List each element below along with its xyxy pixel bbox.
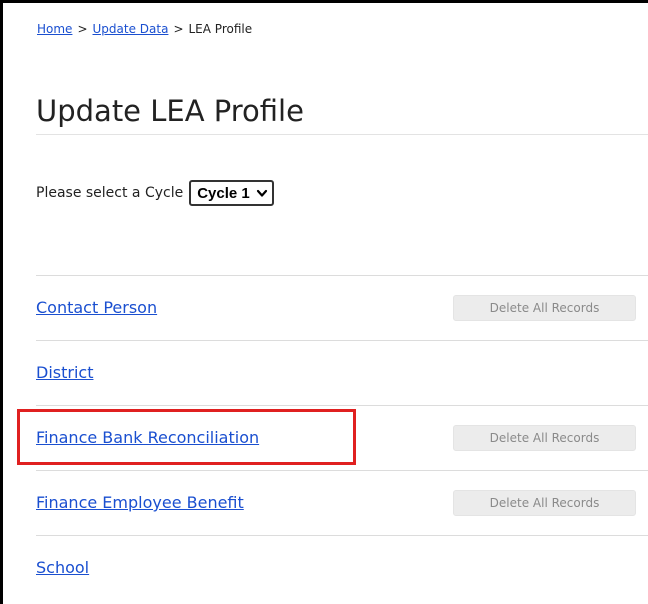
cycle-select[interactable]: Cycle 1 (189, 180, 274, 206)
list-item: Finance Employee Benefit Delete All Reco… (36, 470, 648, 535)
list-item: District (36, 340, 648, 405)
cycle-selector-row: Please select a Cycle Cycle 1 (36, 180, 274, 206)
breadcrumb-current: LEA Profile (188, 22, 253, 36)
breadcrumb-separator: > (173, 22, 184, 36)
contact-person-link[interactable]: Contact Person (36, 298, 157, 317)
cycle-select-value: Cycle 1 (197, 184, 250, 202)
breadcrumb-separator: > (77, 22, 88, 36)
list-item: Finance Bank Reconciliation Delete All R… (36, 405, 648, 470)
list-item: School (36, 535, 648, 600)
school-link[interactable]: School (36, 558, 89, 577)
breadcrumb: Home > Update Data > LEA Profile (37, 22, 252, 36)
finance-bank-reconciliation-link[interactable]: Finance Bank Reconciliation (36, 428, 259, 447)
list-item: Contact Person Delete All Records (36, 275, 648, 340)
title-divider (36, 134, 648, 135)
profile-section-list: Contact Person Delete All Records Distri… (36, 275, 648, 600)
district-link[interactable]: District (36, 363, 93, 382)
finance-employee-benefit-link[interactable]: Finance Employee Benefit (36, 493, 244, 512)
breadcrumb-home-link[interactable]: Home (37, 22, 72, 36)
chevron-down-icon (256, 189, 267, 197)
page-title: Update LEA Profile (36, 94, 304, 128)
delete-all-records-button[interactable]: Delete All Records (453, 490, 636, 516)
breadcrumb-update-data-link[interactable]: Update Data (93, 22, 169, 36)
cycle-label: Please select a Cycle (36, 185, 184, 201)
delete-all-records-button[interactable]: Delete All Records (453, 425, 636, 451)
delete-all-records-button[interactable]: Delete All Records (453, 295, 636, 321)
